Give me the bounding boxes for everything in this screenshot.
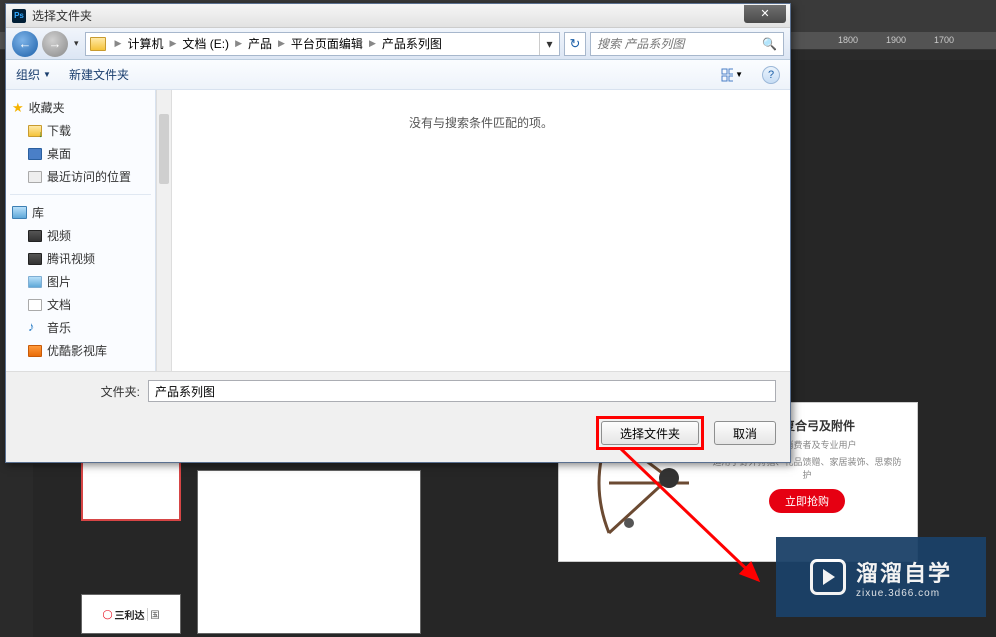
crumb-folder-3[interactable]: 产品系列图 bbox=[379, 35, 445, 52]
close-button[interactable]: ✕ bbox=[744, 5, 786, 23]
dialog-footer: 文件夹: 选择文件夹 取消 bbox=[6, 371, 790, 462]
buy-button[interactable]: 立即抢购 bbox=[769, 489, 845, 513]
view-options-button[interactable]: ▼ bbox=[720, 64, 744, 86]
empty-message: 没有与搜索条件匹配的项。 bbox=[409, 114, 553, 131]
help-button[interactable]: ? bbox=[762, 66, 780, 84]
organize-menu[interactable]: 组织 ▼ bbox=[16, 66, 51, 83]
ruler-tick: 1800 bbox=[838, 35, 858, 45]
search-icon[interactable]: 🔍 bbox=[762, 37, 777, 51]
sidebar-pictures[interactable]: 图片 bbox=[6, 270, 155, 293]
sidebar-video[interactable]: 视频 bbox=[6, 224, 155, 247]
folder-icon bbox=[90, 37, 106, 51]
sidebar: ★收藏夹 下载 桌面 最近访问的位置 库 视频 腾讯视频 图片 文档 ♪音乐 优… bbox=[6, 90, 156, 371]
youku-icon bbox=[28, 345, 42, 357]
pictures-icon bbox=[28, 276, 42, 288]
refresh-button[interactable]: ↻ bbox=[564, 32, 586, 56]
thumb-2-sub: 国 bbox=[147, 608, 160, 621]
forward-button[interactable]: → bbox=[42, 31, 68, 57]
crumb-sep[interactable]: ▶ bbox=[166, 38, 179, 49]
new-folder-button[interactable]: 新建文件夹 bbox=[69, 66, 129, 83]
search-input[interactable] bbox=[597, 37, 762, 51]
history-dropdown[interactable]: ▾ bbox=[72, 38, 81, 49]
sidebar-music[interactable]: ♪音乐 bbox=[6, 316, 155, 339]
watermark-url: zixue.3d66.com bbox=[856, 588, 952, 599]
video-icon bbox=[28, 230, 42, 242]
sidebar-scrollbar[interactable] bbox=[156, 90, 172, 371]
search-box[interactable]: 🔍 bbox=[590, 32, 784, 56]
crumb-folder-2[interactable]: 平台页面编辑 bbox=[288, 35, 366, 52]
sidebar-favorites[interactable]: ★收藏夹 bbox=[6, 96, 155, 119]
toolbar: 组织 ▼ 新建文件夹 ▼ ? bbox=[6, 60, 790, 90]
thumb-2-logo: 三利达 bbox=[115, 607, 145, 622]
scrollbar-thumb[interactable] bbox=[159, 114, 169, 184]
crumb-sep[interactable]: ▶ bbox=[112, 38, 125, 49]
sidebar-youku[interactable]: 优酷影视库 bbox=[6, 339, 155, 362]
titlebar: Ps 选择文件夹 ✕ bbox=[6, 4, 790, 28]
crumb-folder-1[interactable]: 产品 bbox=[245, 35, 275, 52]
tencent-icon bbox=[28, 253, 42, 265]
sidebar-recent[interactable]: 最近访问的位置 bbox=[6, 165, 155, 188]
music-icon: ♪ bbox=[28, 322, 42, 334]
crumb-drive[interactable]: 文档 (E:) bbox=[179, 35, 232, 52]
ps-app-icon: Ps bbox=[12, 9, 26, 23]
crumb-sep[interactable]: ▶ bbox=[275, 38, 288, 49]
crumb-sep[interactable]: ▶ bbox=[232, 38, 245, 49]
recent-icon bbox=[28, 171, 42, 183]
breadcrumb-bar[interactable]: ▶ 计算机 ▶ 文档 (E:) ▶ 产品 ▶ 平台页面编辑 ▶ 产品系列图 ▾ bbox=[85, 32, 560, 56]
foldername-input[interactable] bbox=[148, 380, 776, 402]
desktop-icon bbox=[28, 148, 42, 160]
documents-icon bbox=[28, 299, 42, 311]
sidebar-downloads[interactable]: 下载 bbox=[6, 119, 155, 142]
sidebar-tencent[interactable]: 腾讯视频 bbox=[6, 247, 155, 270]
sidebar-documents[interactable]: 文档 bbox=[6, 293, 155, 316]
thumb-2[interactable]: ◯ 三利达 国 bbox=[81, 594, 181, 634]
foldername-label: 文件夹: bbox=[20, 383, 140, 400]
ruler-tick: 1900 bbox=[886, 35, 906, 45]
file-list-area[interactable]: 没有与搜索条件匹配的项。 bbox=[172, 90, 790, 371]
sidebar-desktop[interactable]: 桌面 bbox=[6, 142, 155, 165]
back-button[interactable]: ← bbox=[12, 31, 38, 57]
cancel-button[interactable]: 取消 bbox=[714, 421, 776, 445]
annotation-highlight: 选择文件夹 bbox=[596, 416, 704, 450]
crumb-sep[interactable]: ▶ bbox=[366, 38, 379, 49]
crumb-computer[interactable]: 计算机 bbox=[124, 35, 166, 52]
library-icon bbox=[12, 206, 27, 219]
folder-picker-dialog: Ps 选择文件夹 ✕ ← → ▾ ▶ 计算机 ▶ 文档 (E:) ▶ 产品 ▶ … bbox=[5, 3, 791, 463]
dialog-title: 选择文件夹 bbox=[32, 7, 92, 24]
ruler-tick: 1700 bbox=[934, 35, 954, 45]
watermark-title: 溜溜自学 bbox=[856, 556, 952, 588]
select-folder-button[interactable]: 选择文件夹 bbox=[601, 421, 699, 445]
breadcrumb-dropdown[interactable]: ▾ bbox=[539, 33, 559, 55]
play-icon bbox=[810, 559, 846, 595]
sidebar-library[interactable]: 库 bbox=[6, 201, 155, 224]
download-icon bbox=[28, 125, 42, 137]
thumb-3[interactable] bbox=[197, 470, 421, 634]
dialog-body: ★收藏夹 下载 桌面 最近访问的位置 库 视频 腾讯视频 图片 文档 ♪音乐 优… bbox=[6, 90, 790, 371]
nav-bar: ← → ▾ ▶ 计算机 ▶ 文档 (E:) ▶ 产品 ▶ 平台页面编辑 ▶ 产品… bbox=[6, 28, 790, 60]
watermark: 溜溜自学 zixue.3d66.com bbox=[776, 537, 986, 617]
star-icon: ★ bbox=[12, 100, 24, 116]
